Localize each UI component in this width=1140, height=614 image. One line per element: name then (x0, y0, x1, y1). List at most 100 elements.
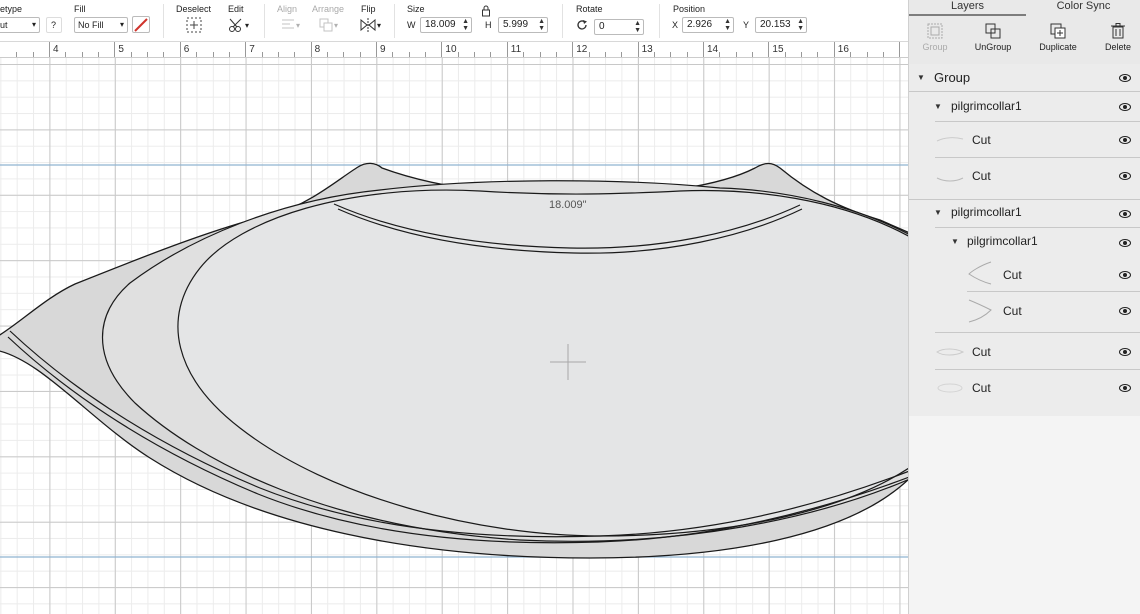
ruler-number: 10 (445, 44, 457, 55)
width-stepper-icon[interactable]: ▲ ▼ (462, 18, 469, 32)
layer-row-pilgrimcollar1[interactable]: ▼ pilgrimcollar1 (909, 92, 1140, 122)
eye-icon[interactable] (1119, 172, 1131, 180)
deselect-label: Deselect (176, 4, 212, 14)
eye-icon[interactable] (1119, 74, 1131, 82)
layer-row-pilgrimcollar1[interactable]: ▼ pilgrimcollar1 (909, 200, 1140, 228)
position-group: Position X 2.926 ▲ ▼ Y 20.153 ▲ ▼ (672, 0, 822, 42)
layer-row-cut[interactable]: Cut (909, 292, 1140, 333)
rotate-input[interactable]: 0 ▲ ▼ (594, 19, 644, 35)
ruler-tick (637, 42, 639, 57)
deselect-icon (186, 17, 202, 33)
eye-icon[interactable] (1119, 103, 1131, 111)
layer-row-pilgrimcollar1-nested[interactable]: ▼ pilgrimcollar1 (909, 228, 1140, 256)
arrange-label: Arrange (312, 4, 345, 14)
expand-triangle-icon[interactable]: ▼ (951, 237, 959, 246)
ruler-tick (196, 52, 198, 57)
ruler-tick (670, 52, 672, 57)
duplicate-button[interactable]: Duplicate (1029, 20, 1087, 52)
fill-select[interactable]: No Fill ▾ (74, 17, 128, 33)
ruler-tick (32, 52, 34, 57)
width-value: 18.009 (425, 19, 456, 30)
ruler-tick (163, 52, 165, 57)
y-stepper-icon[interactable]: ▲ ▼ (797, 18, 804, 32)
layer-name: Cut (972, 133, 991, 147)
ungroup-button[interactable]: UnGroup (964, 20, 1022, 52)
eye-icon[interactable] (1119, 348, 1131, 356)
expand-triangle-icon[interactable]: ▼ (934, 208, 942, 217)
ruler-tick (523, 52, 525, 57)
height-input[interactable]: 5.999 ▲ ▼ (498, 17, 548, 33)
fill-color-swatch[interactable] (132, 16, 150, 33)
eye-icon[interactable] (1119, 136, 1131, 144)
delete-button[interactable]: Delete (1089, 20, 1140, 52)
chevron-down-icon: ▾ (119, 20, 124, 29)
tab-color-sync[interactable]: Color Sync (1026, 0, 1140, 16)
flip-button[interactable]: ▾ (356, 15, 384, 35)
ruler-tick (16, 52, 18, 57)
layer-row-group[interactable]: ▼ Group (909, 64, 1140, 92)
layer-name: Group (934, 70, 971, 85)
group-button[interactable]: Group (906, 20, 964, 52)
ruler-tick (474, 52, 476, 57)
ruler-tick (130, 52, 132, 57)
eye-icon[interactable] (1119, 307, 1131, 315)
layer-row-cut[interactable]: Cut (909, 333, 1140, 370)
ruler-tick (768, 42, 770, 57)
position-label: Position (673, 4, 706, 14)
align-button[interactable]: ▾ (277, 15, 303, 35)
ruler-number: 12 (576, 44, 588, 55)
width-input[interactable]: 18.009 ▲ ▼ (420, 17, 472, 33)
group-label: Group (922, 42, 948, 52)
ruler-tick (621, 52, 623, 57)
align-icon (281, 19, 294, 29)
expand-triangle-icon[interactable]: ▼ (917, 73, 925, 82)
ruler-tick (277, 52, 279, 57)
horizontal-ruler: 4 5 6 7 8 9 10 11 12 13 14 15 16 (0, 42, 908, 58)
design-canvas[interactable]: 18.009" (0, 58, 908, 614)
eye-icon[interactable] (1119, 239, 1131, 247)
arrange-button[interactable]: ▾ (314, 15, 342, 35)
ruler-tick (866, 52, 868, 57)
ruler-tick (65, 52, 67, 57)
toolbar-divider (163, 4, 164, 38)
x-position-input[interactable]: 2.926 ▲ ▼ (682, 17, 734, 33)
expand-triangle-icon[interactable]: ▼ (934, 102, 942, 111)
layer-row-cut[interactable]: Cut (909, 256, 1140, 292)
shape-thumbnail-icon (936, 177, 964, 182)
eye-icon[interactable] (1119, 210, 1131, 218)
linetype-select[interactable]: ut ▾ (0, 17, 40, 33)
ruler-tick (441, 42, 443, 57)
deselect-button[interactable] (184, 15, 204, 35)
layer-actions-bar: Group UnGroup Duplicate Delete (909, 16, 1140, 64)
tab-layers[interactable]: Layers (909, 0, 1026, 16)
layer-row-cut[interactable]: Cut (909, 158, 1140, 200)
ruler-tick (572, 42, 574, 57)
linetype-help-button[interactable]: ? (46, 17, 62, 33)
x-stepper-icon[interactable]: ▲ ▼ (724, 18, 731, 32)
delete-label: Delete (1104, 42, 1131, 52)
fill-value: No Fill (78, 20, 104, 30)
layer-name: pilgrimcollar1 (951, 205, 1022, 219)
ruler-number: 7 (249, 44, 255, 55)
layer-row-cut[interactable]: Cut (909, 122, 1140, 158)
edit-button[interactable]: ▾ (224, 15, 252, 35)
layer-row-cut[interactable]: Cut (909, 370, 1140, 406)
ruler-number: 4 (53, 44, 59, 55)
toolbar-divider (562, 4, 563, 38)
chevron-down-icon: ▾ (31, 20, 36, 29)
height-value: 5.999 (503, 19, 529, 30)
width-label: W (407, 20, 416, 30)
y-position-input[interactable]: 20.153 ▲ ▼ (755, 17, 807, 33)
flip-icon (360, 18, 376, 32)
height-stepper-icon[interactable]: ▲ ▼ (538, 18, 545, 32)
shape-thumbnail-icon (968, 261, 992, 285)
ruler-tick (784, 52, 786, 57)
eye-icon[interactable] (1119, 271, 1131, 279)
canvas-artwork (0, 162, 908, 559)
eye-icon[interactable] (1119, 384, 1131, 392)
chevron-down-icon: ▾ (333, 20, 338, 30)
ruler-number: 9 (380, 44, 386, 55)
ruler-tick (408, 52, 410, 57)
rotate-stepper-icon[interactable]: ▲ ▼ (634, 20, 641, 34)
ruler-tick (326, 52, 328, 57)
